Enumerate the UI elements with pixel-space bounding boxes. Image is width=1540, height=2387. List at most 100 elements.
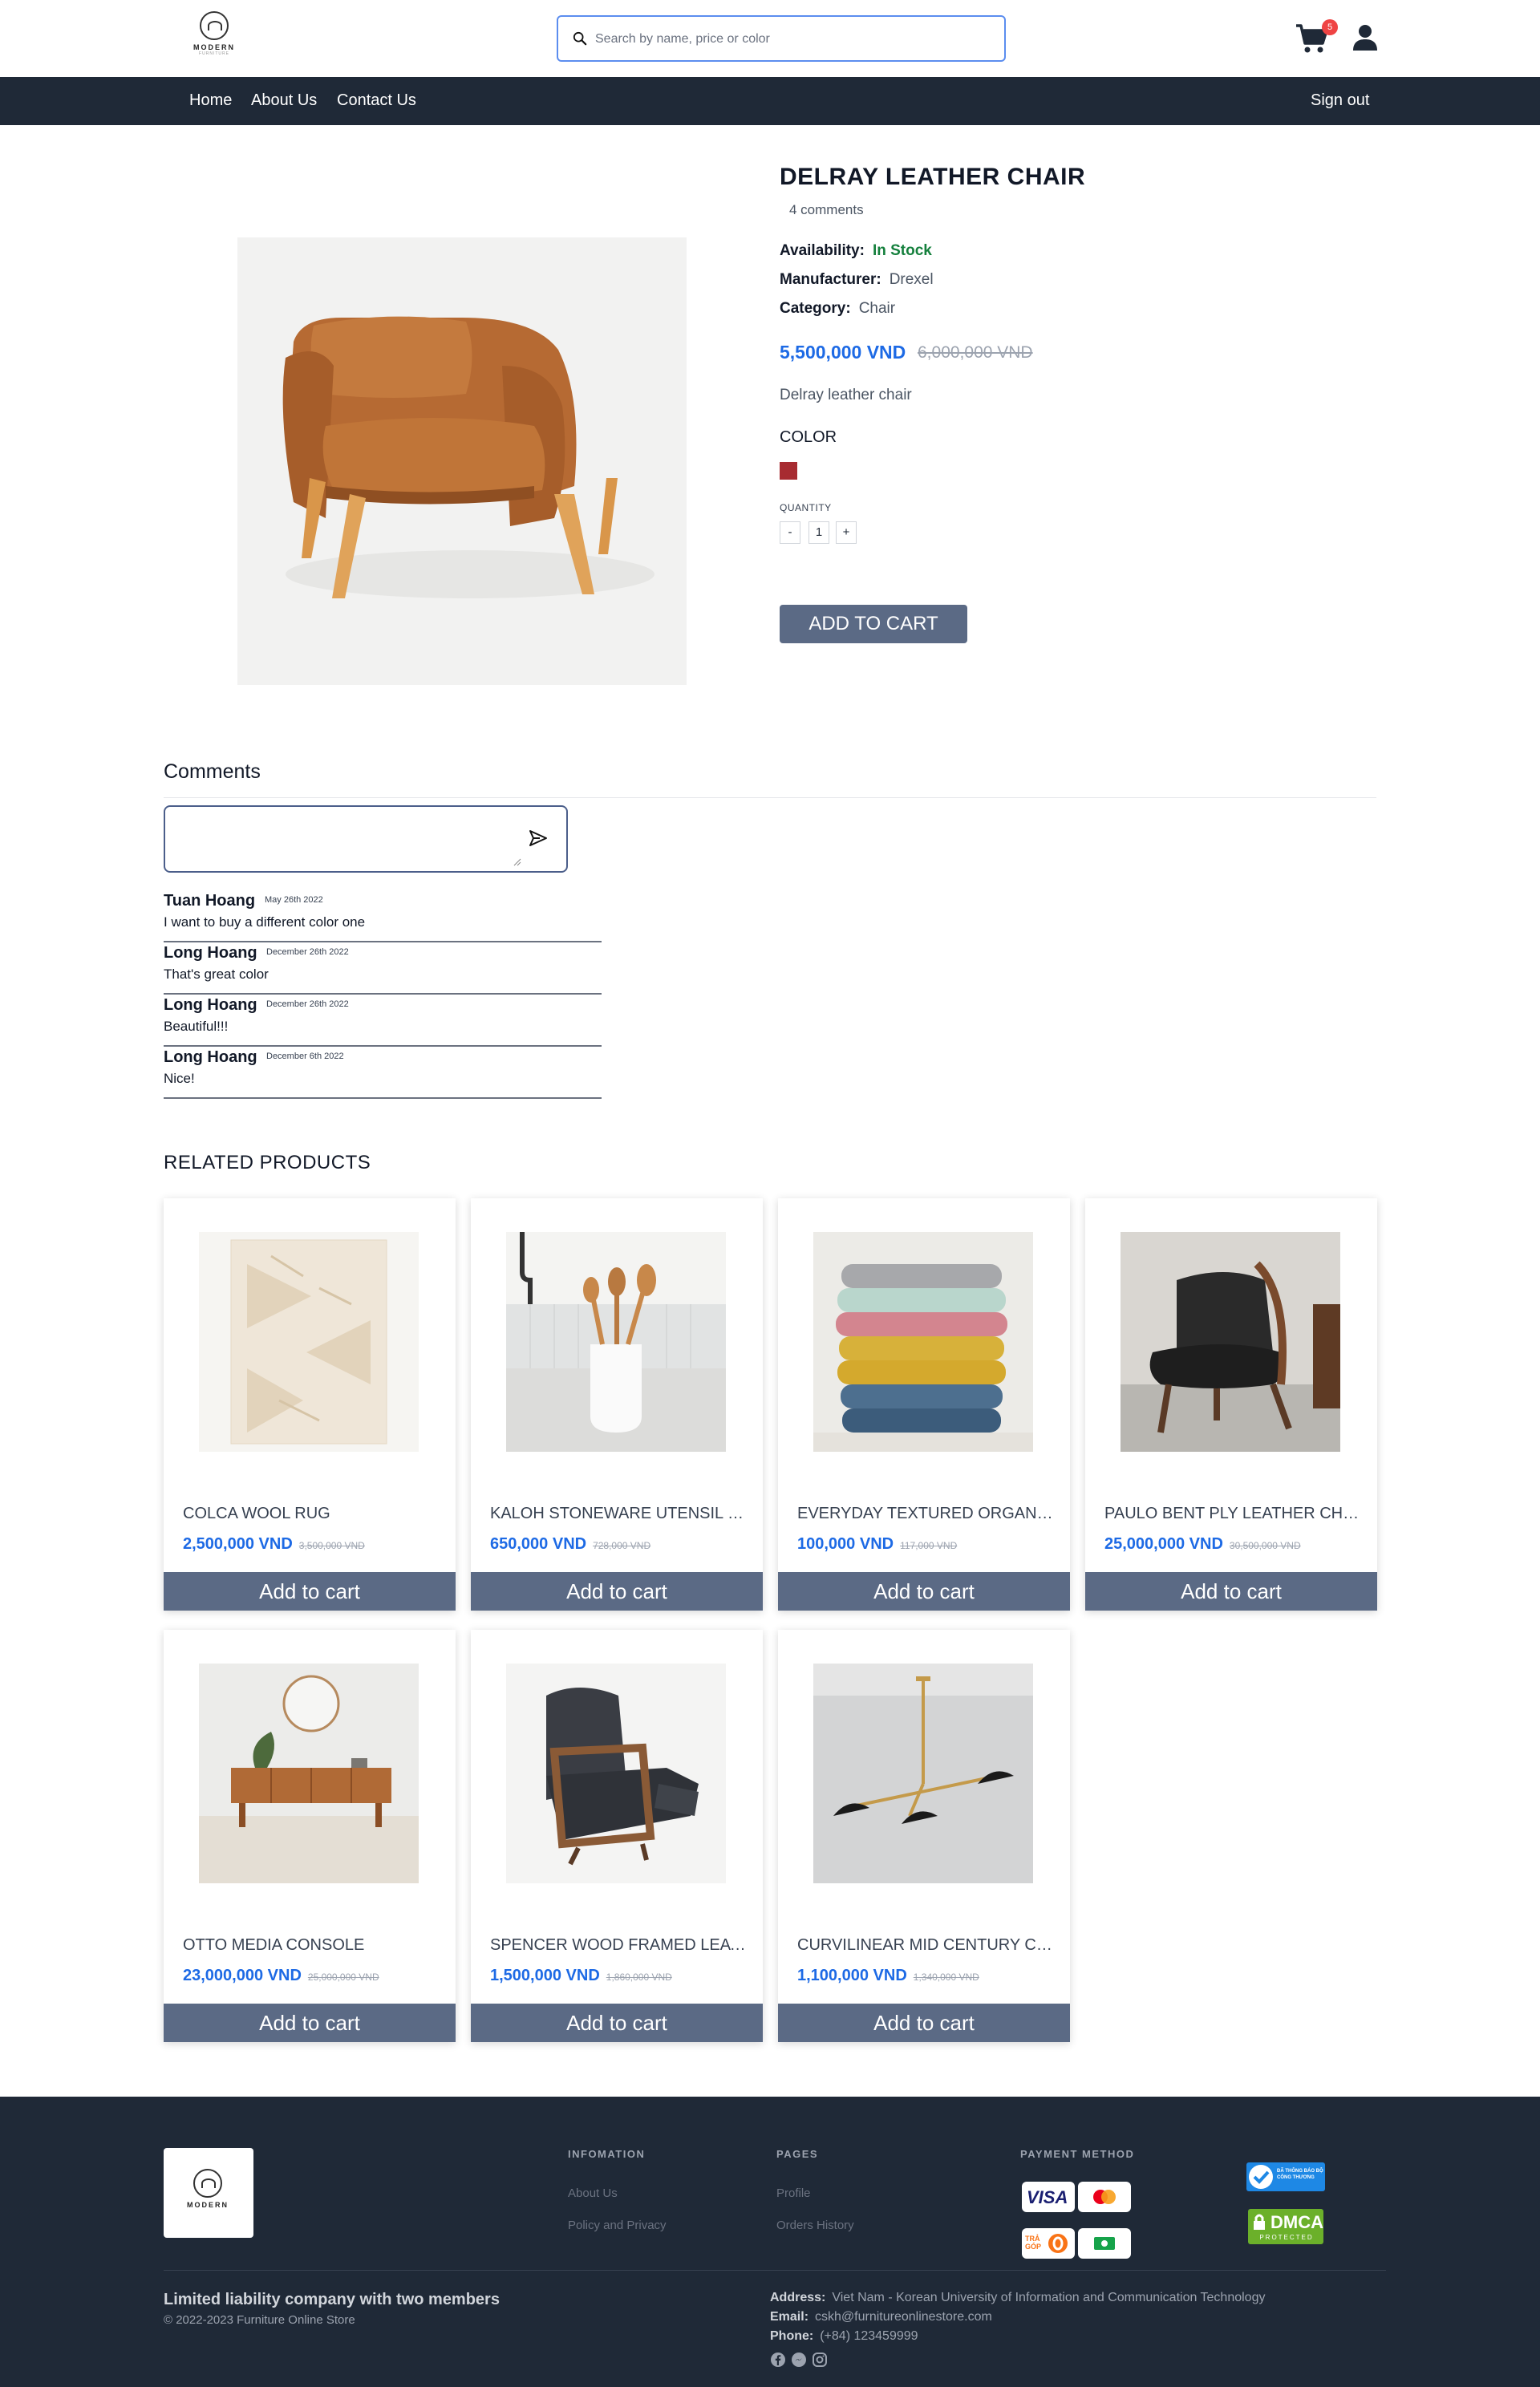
- comment-author: Long Hoang: [164, 996, 257, 1014]
- old-price: 3,500,000 VND: [298, 1540, 365, 1551]
- nav-contact-us[interactable]: Contact Us: [337, 91, 416, 110]
- comments-heading: Comments: [164, 760, 261, 783]
- user-icon[interactable]: [1352, 24, 1378, 51]
- product-thumbnail: [506, 1664, 726, 1883]
- product-card[interactable]: PAULO BENT PLY LEATHER CHAIR 25,000,000 …: [1085, 1198, 1377, 1611]
- footer-email: Email: cskh@furnitureonlinestore.com: [770, 2310, 992, 2324]
- comment-text: Nice!: [164, 1071, 195, 1086]
- quantity-input[interactable]: 1: [808, 521, 829, 544]
- footer-link-orders-history[interactable]: Orders History: [776, 2219, 854, 2232]
- footer-payment-heading: PAYMENT METHOD: [1020, 2148, 1135, 2160]
- category-row: Category: Chair: [780, 300, 895, 318]
- nav-home[interactable]: Home: [189, 91, 232, 110]
- instagram-icon[interactable]: [812, 2352, 828, 2368]
- add-to-cart-button[interactable]: Add to cart: [778, 2004, 1070, 2042]
- site-logo[interactable]: MODERN FURNITURE: [192, 11, 236, 61]
- search-input[interactable]: [595, 26, 988, 52]
- registered-badge[interactable]: ĐÃ THÔNG BÁO BỘ CÔNG THƯƠNG: [1246, 2162, 1325, 2191]
- footer-link-policy[interactable]: Policy and Privacy: [568, 2219, 667, 2232]
- quantity-increase-button[interactable]: +: [836, 521, 857, 544]
- search-icon: [573, 31, 587, 46]
- product-card[interactable]: EVERYDAY TEXTURED ORGANIC COTTON TOWELS …: [778, 1198, 1070, 1611]
- product-title: DELRAY LEATHER CHAIR: [780, 164, 1086, 190]
- product-card-price: 100,000 VND 117,000 VND: [797, 1535, 957, 1554]
- price-value: 1,500,000 VND: [490, 1967, 600, 1984]
- color-swatch[interactable]: [780, 462, 797, 480]
- recliner-illustration: [546, 1688, 699, 1866]
- add-to-cart-button[interactable]: Add to cart: [471, 2004, 763, 2042]
- logo-text: MODERN: [193, 43, 235, 51]
- footer-link-profile[interactable]: Profile: [776, 2186, 811, 2200]
- product-thumbnail: [813, 1664, 1033, 1883]
- footer-link-about-us[interactable]: About Us: [568, 2186, 618, 2200]
- email-value[interactable]: cskh@furnitureonlinestore.com: [815, 2310, 992, 2324]
- quantity-decrease-button[interactable]: -: [780, 521, 800, 544]
- product-card[interactable]: CURVILINEAR MID CENTURY CHANDELIER 1,100…: [778, 1630, 1070, 2042]
- add-to-cart-button[interactable]: Add to cart: [164, 2004, 456, 2042]
- color-label: COLOR: [780, 428, 837, 446]
- related-products-heading: RELATED PRODUCTS: [164, 1152, 371, 1173]
- manufacturer-label: Manufacturer:: [780, 271, 881, 288]
- email-label: Email:: [770, 2310, 809, 2324]
- footer-logo[interactable]: MODERN: [164, 2148, 253, 2238]
- lock-icon: [1254, 2214, 1265, 2230]
- add-to-cart-button[interactable]: Add to cart: [1085, 1572, 1377, 1611]
- category-value: Chair: [858, 300, 896, 317]
- comment-text: I want to buy a different color one: [164, 914, 366, 930]
- add-to-cart-button[interactable]: ADD TO CART: [780, 605, 967, 643]
- add-to-cart-button[interactable]: Add to cart: [778, 1572, 1070, 1611]
- comments-divider: [164, 797, 1376, 798]
- product-card[interactable]: SPENCER WOOD FRAMED LEATHER RECLINER 1,5…: [471, 1630, 763, 2042]
- registered-badge-text: ĐÃ THÔNG BÁO BỘ CÔNG THƯƠNG: [1277, 2169, 1323, 2180]
- search-box: [557, 15, 1006, 62]
- footer-phone: Phone: (+84) 123459999: [770, 2329, 918, 2344]
- nav-about-us[interactable]: About Us: [251, 91, 317, 110]
- comments-count[interactable]: 4 comments: [789, 202, 864, 218]
- rug-illustration: [230, 1239, 387, 1445]
- comment-date: December 26th 2022: [266, 947, 349, 957]
- footer-info-heading: INFOMATION: [568, 2148, 646, 2160]
- cash-icon: [1078, 2228, 1131, 2259]
- footer-company-name: Limited liability company with two membe…: [164, 2291, 500, 2308]
- footer-pages-heading: PAGES: [776, 2148, 819, 2160]
- sign-out-link[interactable]: Sign out: [1311, 91, 1369, 110]
- availability-value: In Stock: [872, 242, 932, 259]
- installment-icon: TRẢ GÓP: [1022, 2228, 1075, 2259]
- product-thumbnail: [506, 1232, 726, 1452]
- price-value: 25,000,000 VND: [1104, 1535, 1223, 1553]
- comment-item: Long Hoang December 6th 2022 Nice!: [164, 1047, 602, 1099]
- product-thumbnail: [199, 1664, 419, 1883]
- dmca-text: DMCA: [1270, 2212, 1323, 2232]
- resize-grip-icon[interactable]: [513, 858, 521, 866]
- dmca-badge[interactable]: DMCA PROTECTED: [1248, 2209, 1323, 2244]
- comment-author: Long Hoang: [164, 1048, 257, 1066]
- comment-item: Long Hoang December 26th 2022 Beautiful!…: [164, 995, 602, 1047]
- logo-text: MODERN: [187, 2201, 229, 2209]
- comment-author: Long Hoang: [164, 944, 257, 962]
- product-card-price: 1,500,000 VND 1,860,000 VND: [490, 1967, 672, 1985]
- site-footer: MODERN INFOMATION About Us Policy and Pr…: [0, 2097, 1540, 2387]
- product-card-price: 650,000 VND 728,000 VND: [490, 1535, 650, 1554]
- add-to-cart-button[interactable]: Add to cart: [164, 1572, 456, 1611]
- add-to-cart-button[interactable]: Add to cart: [471, 1572, 763, 1611]
- comment-date: May 26th 2022: [265, 895, 323, 905]
- comment-date: December 26th 2022: [266, 999, 349, 1009]
- footer-address: Address: Viet Nam - Korean University of …: [770, 2291, 1265, 2305]
- old-price: 728,000 VND: [593, 1540, 651, 1551]
- price-value: 100,000 VND: [797, 1535, 894, 1553]
- product-card[interactable]: OTTO MEDIA CONSOLE 23,000,000 VND 25,000,…: [164, 1630, 456, 2042]
- product-card[interactable]: COLCA WOOL RUG 2,500,000 VND 3,500,000 VN…: [164, 1198, 456, 1611]
- product-card[interactable]: KALOH STONEWARE UTENSIL HOLDER 650,000 V…: [471, 1198, 763, 1611]
- messenger-icon[interactable]: [791, 2352, 807, 2368]
- visa-text: VISA: [1027, 2187, 1068, 2207]
- product-card-name: COLCA WOOL RUG: [183, 1505, 330, 1522]
- price-value: 1,100,000 VND: [797, 1967, 907, 1984]
- product-old-price: 6,000,000 VND: [918, 343, 1033, 362]
- comment-input[interactable]: [173, 813, 526, 865]
- send-icon[interactable]: [528, 828, 549, 849]
- old-price: 30,500,000 VND: [1229, 1540, 1301, 1551]
- checkmark-icon: [1249, 2165, 1273, 2189]
- leather-chair-illustration: [282, 316, 654, 598]
- price-value: 23,000,000 VND: [183, 1967, 302, 1984]
- facebook-icon[interactable]: [770, 2352, 786, 2368]
